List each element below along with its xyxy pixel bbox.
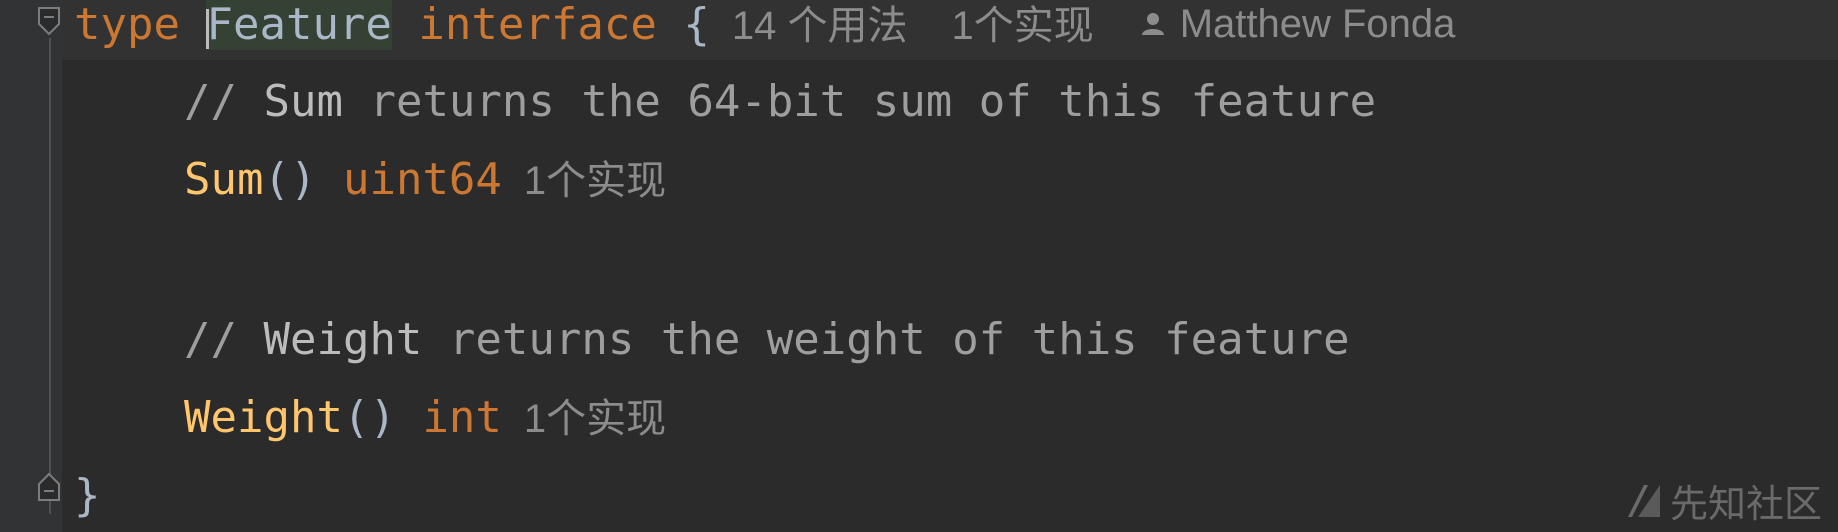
implementations-hint[interactable]: 1个实现 [951,4,1093,48]
editor-gutter [0,0,62,532]
comment-text: returns the 64-bit sum of this feature [342,76,1377,127]
fold-guide-line [49,38,51,514]
author-hint[interactable]: Matthew Fonda [1138,0,1456,54]
method-parens: () [263,154,317,205]
keyword-interface: interface [418,0,657,50]
person-icon [1141,13,1164,35]
code-line-2[interactable]: // Sum returns the 64-bit sum of this fe… [184,72,1376,132]
comment-word: Sum [263,76,343,127]
code-line-5[interactable]: // Weight returns the weight of this fea… [184,310,1350,370]
implementations-hint[interactable]: 1个实现 [524,159,666,203]
keyword-type: type [74,0,180,50]
comment-text: returns the weight of this feature [422,314,1350,365]
identifier-first-char: F [206,0,233,50]
code-line-1[interactable]: type Feature interface {14 个用法 1个实现 Matthe… [74,0,1455,54]
fold-close-icon[interactable] [36,472,64,502]
watermark-text: 先知社区 [1669,482,1822,526]
brace-open: { [683,0,710,50]
watermark-logo-icon [1627,484,1660,517]
code-line-6[interactable]: Weight() int 1个实现 [184,388,666,448]
identifier-feature[interactable]: Feature [206,0,392,50]
text-caret [206,9,210,49]
return-type: int [422,392,502,443]
code-editor[interactable]: type Feature interface {14 个用法 1个实现 Matthe… [0,0,1838,532]
code-line-7[interactable]: } [74,466,101,526]
watermark: 先知社区 [1624,473,1822,528]
comment-prefix: // [184,314,264,365]
method-name: Weight [184,392,343,443]
method-parens: () [342,392,396,443]
return-type: uint64 [342,154,502,205]
usages-hint[interactable]: 14 个用法 [732,4,908,48]
brace-close: } [74,470,101,521]
method-name: Sum [184,154,264,205]
comment-word: Weight [263,314,423,365]
implementations-hint[interactable]: 1个实现 [524,397,666,441]
code-line-3[interactable]: Sum() uint64 1个实现 [184,150,666,210]
comment-prefix: // [184,76,264,127]
fold-open-icon[interactable] [36,6,64,36]
identifier-rest: eature [232,0,392,50]
author-name: Matthew Fonda [1179,2,1456,46]
